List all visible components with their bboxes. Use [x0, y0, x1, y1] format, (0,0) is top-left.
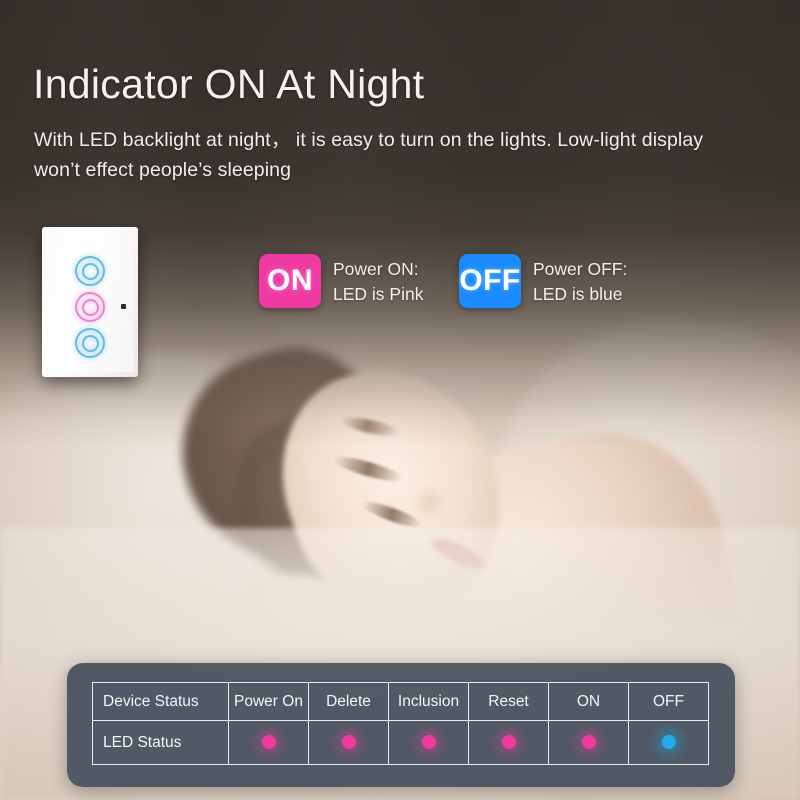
page-title: Indicator ON At Night: [33, 61, 425, 107]
led-dot-pink-icon: [421, 735, 436, 750]
led-dot-pink-icon: [501, 735, 516, 750]
row-header-device-status: Device Status: [92, 682, 229, 721]
touch-wall-switch: [42, 227, 138, 377]
led-ring-bottom-icon[interactable]: [75, 328, 105, 358]
legend-power-on: ON Power ON: LED is Pink: [259, 254, 423, 308]
led-dot-pink-icon: [261, 735, 276, 750]
legend-power-off-text: Power OFF: LED is blue: [533, 257, 627, 307]
led-cell-delete: [308, 720, 389, 765]
led-cell-reset: [468, 720, 549, 765]
light-sensor-icon: [121, 304, 126, 309]
off-badge: OFF: [459, 254, 521, 308]
legend-on-line1: Power ON:: [333, 259, 419, 279]
column-header-on: ON: [548, 682, 629, 721]
switch-faceplate: [46, 232, 134, 372]
legend-power-on-text: Power ON: LED is Pink: [333, 257, 423, 307]
column-header-reset: Reset: [468, 682, 549, 721]
legend-off-line2: LED is blue: [533, 283, 623, 304]
led-cell-on: [548, 720, 629, 765]
product-feature-slide: Indicator ON At Night With LED backlight…: [0, 0, 800, 800]
table-row-device-status: Device Status Power On Delete Inclusion …: [92, 682, 709, 721]
column-header-inclusion: Inclusion: [388, 682, 469, 721]
led-cell-power-on: [228, 720, 309, 765]
led-dot-pink-icon: [581, 735, 596, 750]
led-status-table: Device Status Power On Delete Inclusion …: [92, 682, 709, 765]
led-dot-blue-icon: [661, 735, 676, 750]
led-cell-inclusion: [388, 720, 469, 765]
on-badge: ON: [259, 254, 321, 308]
legend-power-off: OFF Power OFF: LED is blue: [459, 254, 627, 308]
column-header-off: OFF: [628, 682, 709, 721]
legend-on-line2: LED is Pink: [333, 283, 424, 304]
legend-off-line1: Power OFF:: [533, 259, 628, 279]
led-ring-top-icon[interactable]: [75, 256, 105, 286]
column-header-power-on: Power On: [228, 682, 309, 721]
led-dot-pink-icon: [341, 735, 356, 750]
table-row-led-status: LED Status: [92, 720, 709, 765]
page-subtitle: With LED backlight at night， it is easy …: [34, 129, 704, 181]
led-cell-off: [628, 720, 709, 765]
led-ring-middle-icon[interactable]: [75, 292, 105, 322]
led-status-panel: Device Status Power On Delete Inclusion …: [67, 663, 735, 787]
column-header-delete: Delete: [308, 682, 389, 721]
row-header-led-status: LED Status: [92, 720, 229, 765]
